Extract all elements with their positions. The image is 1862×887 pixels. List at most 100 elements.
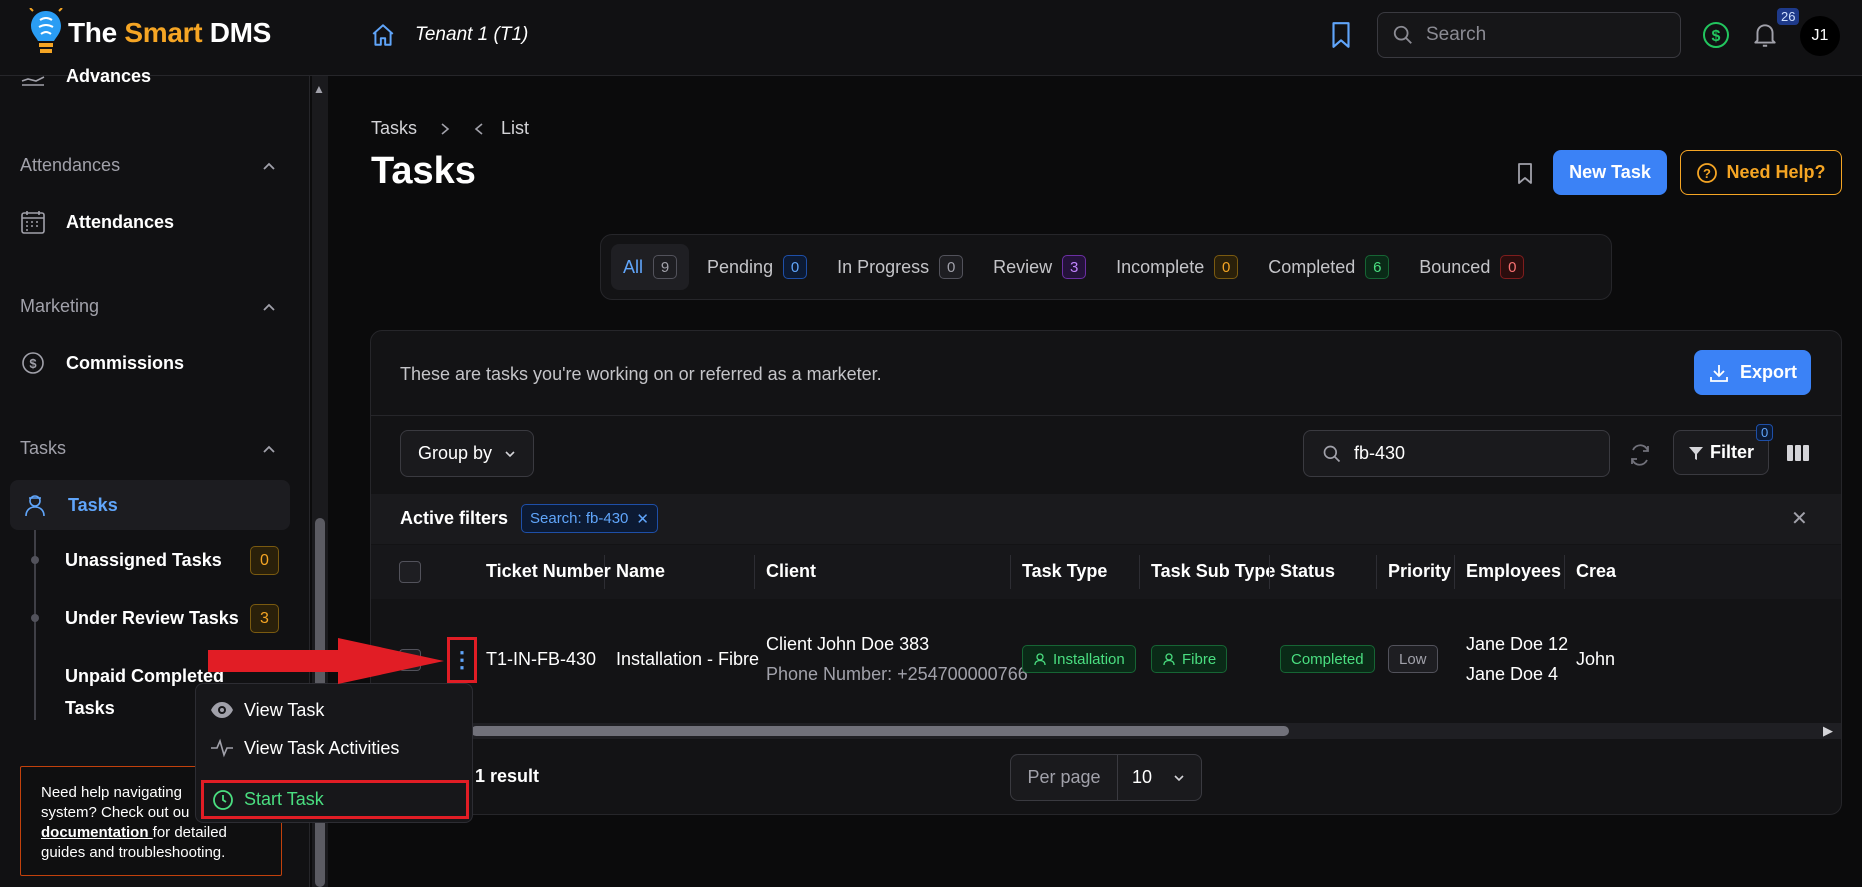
menu-item-label: Start Task (244, 789, 324, 809)
active-filters-bar: Active filters Search: fb-430 ✕ ✕ (371, 494, 1841, 544)
breadcrumb-tasks[interactable]: Tasks (371, 118, 417, 139)
column-header[interactable]: Priority (1388, 561, 1451, 582)
tab-incomplete[interactable]: Incomplete 0 (1104, 244, 1250, 290)
help-text: for detailed (152, 824, 227, 841)
table-scroll-thumb[interactable] (471, 726, 1289, 736)
row-actions-button[interactable]: ⋮ (447, 637, 477, 683)
select-all-checkbox[interactable] (399, 561, 421, 583)
export-button[interactable]: Export (1694, 350, 1811, 395)
active-filters-label: Active filters (400, 508, 509, 528)
chevron-up-icon[interactable] (262, 442, 276, 456)
sidebar-section-attendances[interactable]: Attendances (20, 155, 120, 176)
activity-icon (211, 738, 233, 758)
sidebar-item-commissions[interactable]: $ Commissions (20, 350, 184, 376)
menu-item-start-task[interactable]: Start Task (201, 780, 469, 819)
divider (371, 415, 1841, 416)
sidebar-item-attendances[interactable]: Attendances (20, 209, 174, 235)
tab-count: 3 (1062, 255, 1087, 279)
tab-label: Incomplete (1116, 256, 1205, 277)
sidebar-item-unassigned-tasks[interactable]: Unassigned Tasks (65, 544, 222, 576)
help-text: Need help navigating (41, 784, 182, 801)
global-search-input[interactable]: Search (1377, 12, 1681, 58)
tab-all[interactable]: All 9 (611, 244, 690, 290)
tab-label: Completed (1268, 256, 1356, 277)
commission-icon: $ (22, 352, 44, 374)
column-header[interactable]: Client (766, 561, 816, 582)
ticket-number[interactable]: T1-IN-FB-430 (486, 649, 596, 670)
sidebar-item-tasks[interactable]: Tasks (10, 480, 290, 530)
sidebar-item-label: Attendances (66, 211, 175, 232)
avatar[interactable]: J1 (1800, 16, 1840, 56)
creator-name: John (1576, 649, 1616, 669)
column-header[interactable]: Task Sub Type (1151, 561, 1275, 582)
status-badge: Completed (1280, 645, 1375, 673)
scroll-right-arrow[interactable]: ▶ (1823, 723, 1833, 739)
sidebar-item-advances[interactable]: Advances (20, 66, 151, 87)
per-page-label: Per page (1011, 755, 1118, 800)
scroll-up-arrow[interactable]: ▲ (313, 82, 325, 96)
per-page-select[interactable]: Per page 10 (1010, 754, 1202, 801)
tenant-name[interactable]: Tenant 1 (T1) (415, 24, 528, 46)
tab-count: 0 (939, 255, 964, 279)
column-header[interactable]: Employees (1466, 561, 1561, 582)
new-task-button[interactable]: New Task (1553, 150, 1667, 195)
clear-filters-icon[interactable]: ✕ (1791, 506, 1808, 531)
menu-item-view-task[interactable]: View Task (210, 698, 324, 722)
client-phone: Phone Number: +254700000766 (766, 664, 1028, 684)
notification-badge: 26 (1777, 8, 1800, 25)
column-header[interactable]: Ticket Number (486, 561, 611, 582)
active-filter-chip[interactable]: Search: fb-430 ✕ (521, 504, 658, 533)
column-separator (1269, 555, 1270, 589)
group-by-select[interactable]: Group by (400, 430, 534, 477)
dollar-icon[interactable]: $ (1702, 21, 1730, 49)
chevron-down-icon (1174, 774, 1184, 781)
tree-dot (31, 556, 39, 564)
sidebar-section-tasks[interactable]: Tasks (20, 438, 66, 459)
need-help-button[interactable]: ? Need Help? (1680, 150, 1842, 195)
question-icon: ? (1697, 162, 1718, 183)
bookmark-icon[interactable] (1328, 20, 1354, 50)
column-header[interactable]: Crea (1576, 561, 1616, 582)
employee-name: Jane Doe 4 (1466, 664, 1559, 684)
column-header[interactable]: Task Type (1022, 561, 1107, 582)
tab-bounced[interactable]: Bounced 0 (1407, 244, 1536, 290)
logo-text: The Smart DMS (68, 17, 272, 48)
top-bar: The Smart DMS Tenant 1 (T1) Search $ 26 … (0, 0, 1862, 76)
bookmark-icon[interactable] (1515, 162, 1535, 186)
per-page-value-wrap[interactable]: 10 (1118, 767, 1201, 788)
annotation-arrow-icon (208, 638, 444, 684)
tab-pending[interactable]: Pending 0 (695, 244, 819, 290)
tab-label: All (623, 256, 644, 277)
worker-icon (25, 495, 45, 517)
documentation-link[interactable]: documentation (41, 824, 153, 841)
tab-completed[interactable]: Completed 6 (1256, 244, 1401, 290)
menu-item-view-task-activities[interactable]: View Task Activities (210, 736, 399, 760)
column-separator (754, 555, 755, 589)
app-logo[interactable]: The Smart DMS (28, 8, 271, 58)
sidebar-item-label: Tasks (68, 494, 118, 515)
filter-button[interactable]: Filter (1673, 430, 1769, 475)
chevron-up-icon[interactable] (262, 300, 276, 314)
chevron-down-icon (505, 450, 515, 457)
chevron-up-icon[interactable] (262, 159, 276, 173)
tab-count: 9 (653, 255, 678, 279)
task-sub-type-badge: Fibre (1151, 645, 1228, 673)
table-search-input[interactable]: fb-430 (1303, 430, 1610, 477)
tab-in-progress[interactable]: In Progress 0 (825, 244, 975, 290)
remove-filter-icon[interactable]: ✕ (636, 510, 649, 528)
column-header[interactable]: Status (1280, 561, 1335, 582)
clock-icon (213, 789, 233, 810)
refresh-icon[interactable] (1628, 443, 1652, 467)
home-icon[interactable] (370, 22, 396, 48)
tab-review[interactable]: Review 3 (981, 244, 1098, 290)
sidebar-section-marketing[interactable]: Marketing (20, 296, 99, 317)
priority-badge: Low (1388, 645, 1438, 673)
column-header[interactable]: Name (616, 561, 665, 582)
bell-icon[interactable] (1752, 21, 1778, 49)
result-count: 1 result (475, 766, 540, 786)
sidebar-item-under-review-tasks[interactable]: Under Review Tasks (65, 602, 239, 634)
columns-icon[interactable] (1786, 443, 1810, 463)
column-separator (1376, 555, 1377, 589)
export-label: Export (1739, 362, 1797, 382)
tree-dot (31, 614, 39, 622)
